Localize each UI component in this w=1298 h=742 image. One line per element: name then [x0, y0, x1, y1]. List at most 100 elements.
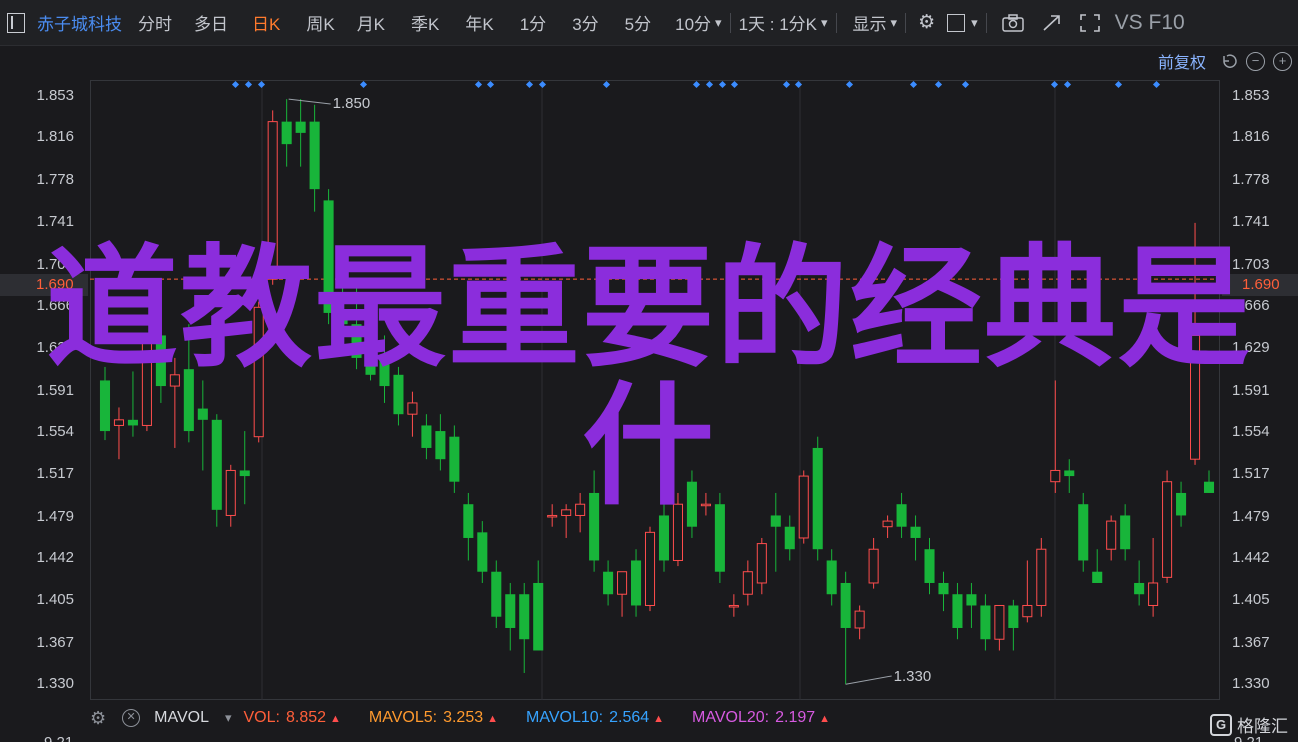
chevron-down-icon[interactable]: ▾	[971, 13, 978, 33]
chevron-down-icon[interactable]: ▾	[891, 13, 898, 33]
candle-body	[644, 531, 656, 606]
candle-body	[337, 312, 348, 325]
undo-icon[interactable]	[1220, 52, 1238, 70]
price-tick: 1.703	[1232, 255, 1270, 273]
candle-body	[253, 306, 264, 438]
candle-body	[393, 374, 404, 415]
display-menu[interactable]: 显示	[853, 10, 887, 35]
signal-marker	[934, 80, 943, 89]
candle-body	[994, 604, 1005, 640]
candle-body	[127, 419, 138, 426]
candle-body	[323, 200, 334, 313]
price-axis-right: 1.853 1.816 1.778 1.741 1.703 1.666 1.629 1.591…	[1220, 80, 1298, 700]
price-tick: 1.479	[1232, 507, 1270, 525]
low-leader-line	[845, 675, 892, 685]
price-tick: 1.778	[36, 171, 74, 189]
zoom-out-icon[interactable]: −	[1246, 51, 1265, 71]
price-tick: 1.405	[36, 590, 74, 608]
period-tab[interactable]: 分时	[138, 10, 172, 35]
period-tab[interactable]: 年K	[465, 10, 493, 35]
price-tick: 1.666	[1232, 297, 1270, 315]
candle-body	[742, 571, 753, 595]
period-tab[interactable]: 日K	[252, 10, 280, 35]
period-tab[interactable]: 3分	[572, 10, 598, 35]
price-tick: 1.442	[36, 549, 74, 567]
volume-tick-left: 9.21	[44, 736, 73, 742]
fullscreen-icon[interactable]	[1079, 13, 1101, 33]
candle-body	[309, 121, 320, 190]
price-tick: 1.741	[36, 212, 74, 230]
candlestick-chart[interactable]: 1.850 1.330	[90, 80, 1220, 700]
candle-body	[658, 515, 670, 561]
candle-body	[99, 380, 111, 432]
close-icon[interactable]: ✕	[122, 709, 141, 727]
signal-marker	[257, 80, 266, 89]
candle-body	[505, 594, 516, 628]
candle-body	[631, 560, 642, 606]
candle-body	[449, 436, 460, 482]
share-icon[interactable]	[1041, 13, 1063, 33]
price-tick: 1.479	[36, 507, 74, 525]
candle-body	[365, 335, 376, 375]
candle-body	[924, 549, 935, 583]
candle-body	[1106, 520, 1117, 550]
signal-marker	[474, 80, 483, 89]
price-tick: 1.741	[1232, 212, 1270, 230]
period-tab[interactable]: 月K	[357, 10, 385, 35]
candle-body	[379, 357, 390, 387]
square-icon[interactable]	[947, 13, 966, 32]
gear-icon[interactable]: ⚙	[918, 12, 935, 33]
gear-icon[interactable]: ⚙	[90, 708, 106, 729]
zoom-in-icon[interactable]: +	[1273, 51, 1292, 71]
camera-icon[interactable]	[1001, 13, 1025, 33]
indicator-name[interactable]: MAVOL	[154, 709, 209, 727]
candle-body	[910, 526, 921, 538]
vs-f10-button[interactable]: VS F10	[1115, 11, 1185, 35]
signal-marker	[602, 80, 611, 89]
stock-name[interactable]: 赤子城科技	[37, 10, 122, 35]
watermark: G 格隆汇	[1210, 712, 1288, 737]
period-tab[interactable]: 周K	[306, 10, 334, 35]
period-tab[interactable]: 多日	[194, 10, 228, 35]
signal-marker	[782, 80, 791, 89]
candle-body	[1022, 604, 1033, 618]
period-tab[interactable]: 5分	[625, 10, 651, 35]
candle-body	[421, 425, 432, 448]
candle-body	[561, 509, 572, 516]
period-tab[interactable]: 10分	[675, 10, 711, 35]
price-tick: 1.778	[1232, 171, 1270, 189]
high-leader-line	[288, 98, 331, 105]
price-tick: 1.853	[1232, 86, 1270, 104]
adjust-select[interactable]: 前复权	[1158, 49, 1206, 73]
candle-body	[854, 610, 865, 629]
period-tabs: 分时 多日 日K 周K 月K 季K 年K 1分 3分 5分 10分	[138, 10, 711, 35]
candle-body	[966, 594, 977, 606]
period-tab[interactable]: 1分	[520, 10, 546, 35]
candle-body	[1134, 582, 1145, 595]
price-tick: 1.554	[36, 423, 74, 441]
price-tick: 1.330	[1232, 675, 1270, 693]
mavol5-label: MAVOL5:	[368, 709, 438, 726]
candle-body	[1203, 481, 1215, 493]
signal-marker	[718, 80, 727, 89]
price-tick: 1.517	[1232, 464, 1270, 482]
chevron-down-icon[interactable]: ▾	[715, 13, 722, 33]
candle-body	[477, 532, 488, 572]
sidebar-toggle-icon[interactable]	[7, 12, 25, 33]
signal-marker	[1063, 80, 1072, 89]
candle-body	[169, 374, 180, 387]
candle-body	[812, 447, 823, 550]
signal-marker	[1050, 80, 1059, 89]
candle-body	[533, 582, 544, 651]
divider	[985, 12, 987, 33]
period-tab[interactable]: 季K	[411, 10, 439, 35]
signal-marker	[538, 80, 547, 89]
range-select[interactable]: 1天 : 1分K	[739, 10, 817, 35]
signal-marker	[231, 80, 240, 89]
chevron-down-icon[interactable]: ▾	[225, 710, 232, 726]
chevron-down-icon[interactable]: ▾	[821, 13, 828, 33]
candle-body	[798, 475, 809, 539]
mavol10-value: 2.564 ▲	[609, 709, 665, 726]
signal-marker	[1152, 80, 1161, 89]
candle-body	[756, 543, 767, 584]
